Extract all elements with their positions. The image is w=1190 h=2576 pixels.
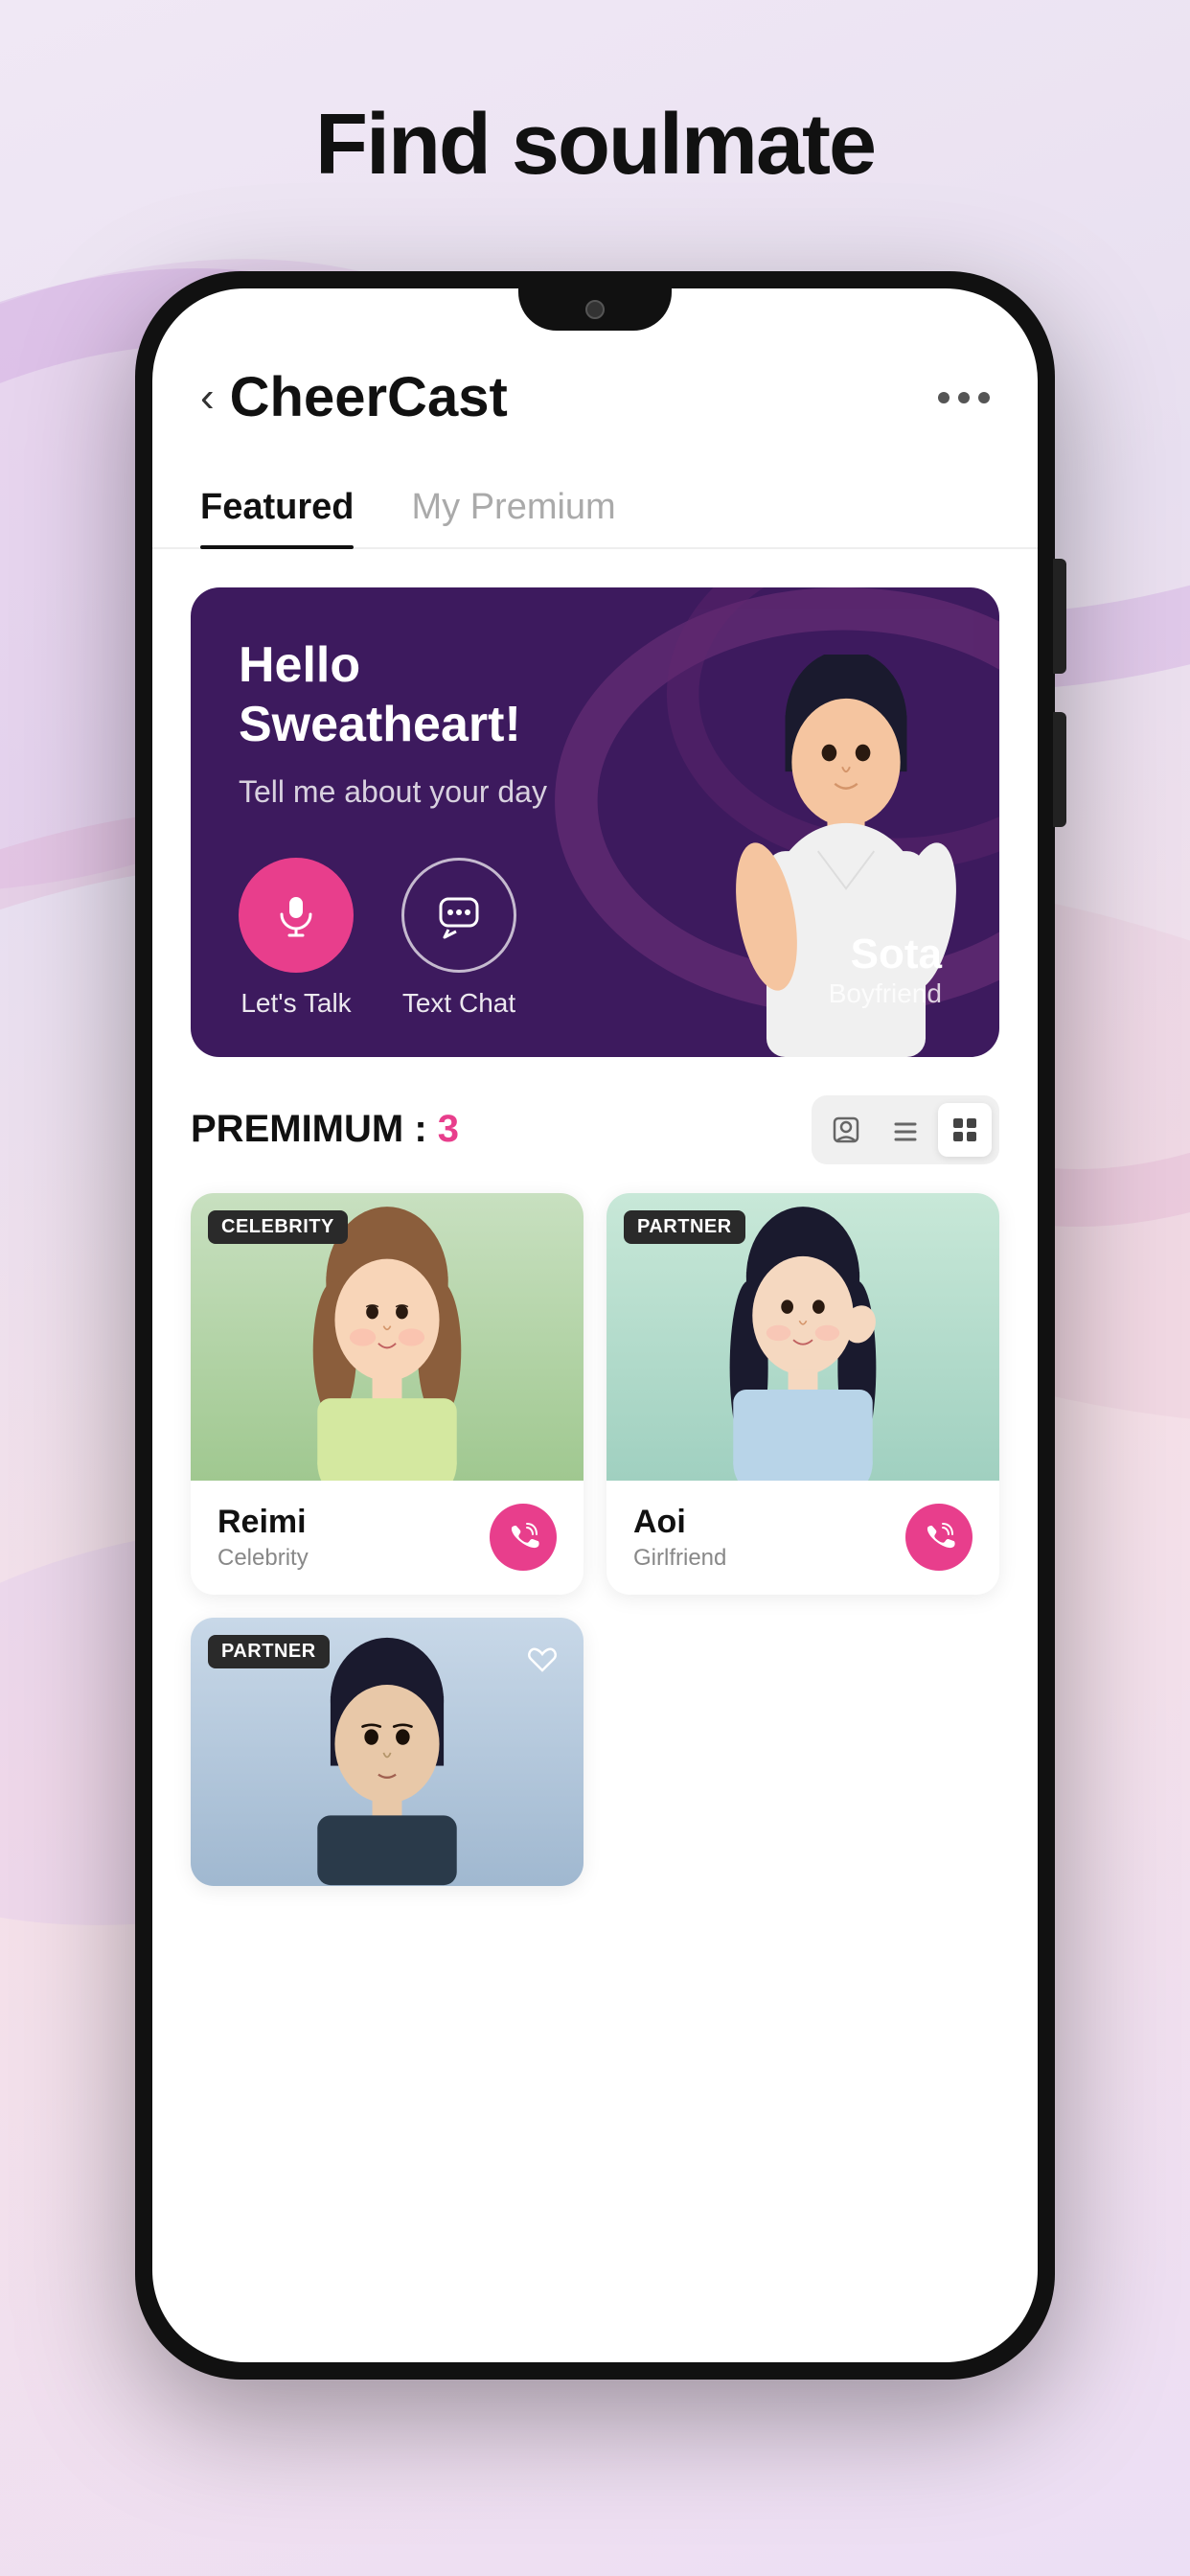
card-aoi[interactable]: PARTNER: [606, 1193, 999, 1595]
premium-title: PREMIMUM : 3: [191, 1108, 459, 1151]
banner-actions: Let's Talk: [239, 858, 630, 1019]
back-button[interactable]: ‹: [200, 374, 215, 422]
phone-call-icon: [506, 1520, 540, 1554]
male3-portrait: [291, 1637, 483, 1886]
cards-grid: CELEBRITY: [191, 1193, 999, 1886]
chat-circle[interactable]: [401, 858, 516, 973]
aoi-portrait: [707, 1203, 899, 1481]
celebrity-badge: CELEBRITY: [208, 1210, 348, 1244]
tab-featured[interactable]: Featured: [200, 468, 354, 547]
reimi-role: Celebrity: [217, 1545, 309, 1572]
view-toggle: [812, 1095, 999, 1164]
card-reimi-image: CELEBRITY: [191, 1193, 584, 1481]
reimi-portrait: [291, 1203, 483, 1481]
banner-person-role: Boyfriend: [829, 978, 942, 1009]
header-left: ‹ CheerCast: [200, 365, 508, 429]
heart-button[interactable]: [518, 1635, 566, 1683]
toggle-profile-view[interactable]: [819, 1103, 873, 1157]
card-reimi-text: Reimi Celebrity: [217, 1504, 309, 1572]
banner-text: Hello Sweatheart! Tell me about your day: [239, 635, 630, 1019]
reimi-call-button[interactable]: [490, 1504, 557, 1571]
card-reimi-info: Reimi Celebrity: [191, 1481, 584, 1595]
partner-badge-aoi: PARTNER: [624, 1210, 745, 1244]
more-dot-2: [958, 392, 970, 403]
aoi-name: Aoi: [633, 1504, 726, 1541]
banner-name-tag: Sota Boyfriend: [829, 931, 942, 1009]
premium-section: PREMIMUM : 3: [152, 1057, 1038, 1905]
talk-circle[interactable]: [239, 858, 354, 973]
front-camera: [585, 300, 605, 319]
aoi-call-button[interactable]: [905, 1504, 973, 1571]
toggle-grid-view[interactable]: [938, 1103, 992, 1157]
aoi-role: Girlfriend: [633, 1545, 726, 1572]
card-reimi[interactable]: CELEBRITY: [191, 1193, 584, 1595]
featured-banner: Hello Sweatheart! Tell me about your day: [191, 587, 999, 1057]
toggle-list-view[interactable]: [879, 1103, 932, 1157]
lets-talk-button[interactable]: Let's Talk: [239, 858, 354, 1019]
phone-call-icon-2: [922, 1520, 956, 1554]
page-title: Find soulmate: [315, 96, 875, 195]
reimi-name: Reimi: [217, 1504, 309, 1541]
premium-header: PREMIMUM : 3: [191, 1095, 999, 1164]
card-male3[interactable]: PARTNER: [191, 1618, 584, 1886]
banner-greeting: Hello Sweatheart!: [239, 635, 630, 755]
premium-count: 3: [438, 1108, 459, 1150]
microphone-icon: [272, 891, 320, 939]
chat-icon: [435, 891, 483, 939]
phone-notch: [518, 288, 672, 331]
card-aoi-image: PARTNER: [606, 1193, 999, 1481]
card-aoi-text: Aoi Girlfriend: [633, 1504, 726, 1572]
talk-label: Let's Talk: [240, 988, 351, 1019]
phone-screen: ‹ CheerCast Featured My Premium: [152, 288, 1038, 2362]
heart-icon: [527, 1644, 558, 1674]
app-name: CheerCast: [230, 365, 508, 429]
screen-content[interactable]: ‹ CheerCast Featured My Premium: [152, 288, 1038, 2362]
banner-subtitle: Tell me about your day: [239, 774, 630, 810]
profile-view-icon: [831, 1115, 861, 1145]
more-dot-3: [978, 392, 990, 403]
tab-my-premium[interactable]: My Premium: [411, 468, 615, 547]
app-header: ‹ CheerCast: [152, 346, 1038, 429]
text-chat-button[interactable]: Text Chat: [401, 858, 516, 1019]
grid-view-icon: [950, 1115, 980, 1145]
more-dot-1: [938, 392, 950, 403]
partner-badge-male: PARTNER: [208, 1635, 330, 1668]
card-male3-image: PARTNER: [191, 1618, 584, 1886]
list-view-icon: [890, 1115, 921, 1145]
phone-frame: ‹ CheerCast Featured My Premium: [135, 271, 1055, 2380]
more-menu-button[interactable]: [938, 392, 990, 403]
card-aoi-info: Aoi Girlfriend: [606, 1481, 999, 1595]
chat-label: Text Chat: [402, 988, 515, 1019]
banner-person-name: Sota: [829, 931, 942, 978]
tab-bar: Featured My Premium: [152, 439, 1038, 549]
